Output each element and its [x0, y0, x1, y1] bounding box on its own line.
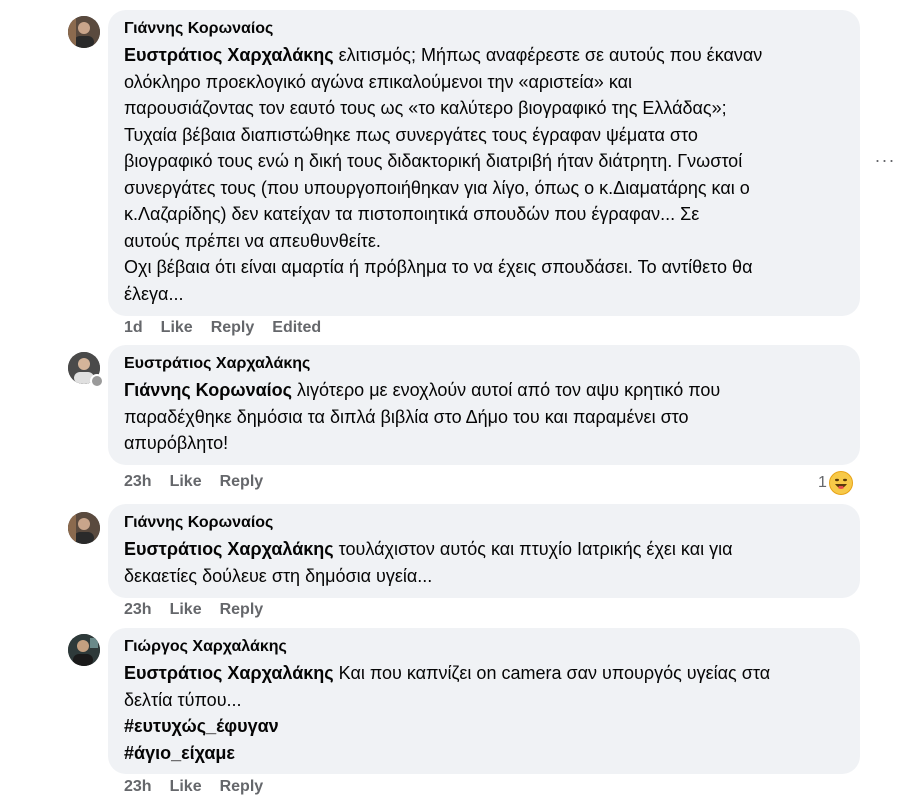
comment-text: Γιάννης Κορωναίος λιγότερο με ενοχλούν α… [124, 380, 721, 453]
mention-link[interactable]: Ευστράτιος Χαρχαλάκης [124, 45, 334, 65]
comment-text: Ευστράτιος Χαρχαλάκης Και που καπνίζει o… [124, 663, 771, 710]
comment-bubble: Ευστράτιος Χαρχαλάκης Γιάννης Κορωναίος … [108, 345, 860, 465]
avatar[interactable] [68, 16, 100, 48]
reply-button[interactable]: Reply [220, 601, 264, 619]
comment-timestamp[interactable]: 23h [124, 601, 152, 619]
comment-actions: 23h Like Reply [124, 472, 263, 492]
comment-timestamp[interactable]: 1d [124, 319, 143, 337]
more-options-icon[interactable]: ··· [872, 150, 898, 170]
comment-author[interactable]: Γιώργος Χαρχαλάκης [124, 636, 844, 658]
haha-reaction-icon [828, 471, 853, 495]
mention-link[interactable]: Ευστράτιος Χαρχαλάκης [124, 663, 334, 683]
avatar[interactable] [68, 512, 100, 544]
comment-actions: 23h Like Reply [124, 777, 263, 797]
comment-author[interactable]: Ευστράτιος Χαρχαλάκης [124, 353, 844, 375]
mention-link[interactable]: Ευστράτιος Χαρχαλάκης [124, 539, 334, 559]
comment-timestamp[interactable]: 23h [124, 473, 152, 491]
comment-actions: 23h Like Reply [124, 600, 263, 620]
reply-button[interactable]: Reply [211, 319, 255, 337]
like-button[interactable]: Like [170, 601, 202, 619]
reply-button[interactable]: Reply [220, 778, 264, 796]
comment-author[interactable]: Γιάννης Κορωναίος [124, 18, 844, 40]
comment-actions: 1d Like Reply Edited [124, 318, 321, 338]
status-dot [90, 374, 104, 388]
reply-button[interactable]: Reply [220, 473, 264, 491]
hashtag-link[interactable]: #άγιο_είχαμε [124, 740, 844, 767]
comment-author[interactable]: Γιάννης Κορωναίος [124, 512, 844, 534]
like-button[interactable]: Like [170, 778, 202, 796]
reaction-count: 1 [818, 474, 827, 491]
like-button[interactable]: Like [170, 473, 202, 491]
comment-text: Ευστράτιος Χαρχαλάκης τουλάχιστον αυτός … [124, 539, 733, 586]
edited-label[interactable]: Edited [272, 319, 321, 337]
comment-bubble: Γιώργος Χαρχαλάκης Ευστράτιος Χαρχαλάκης… [108, 628, 860, 774]
comment-bubble: Γιάννης Κορωναίος Ευστράτιος Χαρχαλάκης … [108, 10, 860, 316]
comment-timestamp[interactable]: 23h [124, 778, 152, 796]
avatar[interactable] [68, 634, 100, 666]
reaction-summary[interactable]: 1 [818, 470, 853, 496]
comment-bubble: Γιάννης Κορωναίος Ευστράτιος Χαρχαλάκης … [108, 504, 860, 598]
comment-text: Ευστράτιος Χαρχαλάκης ελιτισμός; Μήπως α… [124, 45, 763, 304]
like-button[interactable]: Like [161, 319, 193, 337]
hashtag-link[interactable]: #ευτυχώς_έφυγαν [124, 713, 844, 740]
mention-link[interactable]: Γιάννης Κορωναίος [124, 380, 292, 400]
